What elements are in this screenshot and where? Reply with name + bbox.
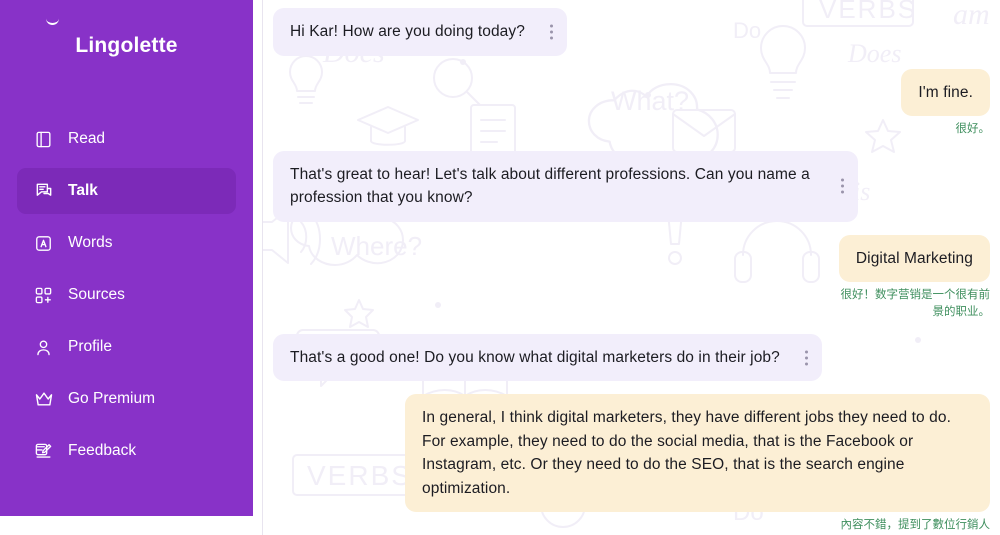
sidebar-item-talk[interactable]: Talk [17, 168, 236, 214]
message-translation: 內容不錯，提到了數位行銷人員的主要工作內容。 [840, 519, 991, 532]
crown-icon [33, 389, 54, 410]
message-row: That's a good one! Do you know what digi… [273, 333, 990, 382]
bot-message-bubble[interactable]: Hi Kar! How are you doing today? [273, 8, 567, 56]
sidebar-item-label: Feedback [68, 442, 137, 459]
message-text: I'm fine. [918, 83, 973, 101]
sidebar: Lingolette Read Talk Words Sources Profi… [0, 0, 253, 516]
message-row: I'm fine. 很好。 [273, 68, 991, 138]
sidebar-item-go-premium[interactable]: Go Premium [17, 376, 236, 422]
sidebar-item-label: Go Premium [68, 390, 155, 407]
sidebar-item-words[interactable]: Words [17, 220, 236, 266]
message-list: Hi Kar! How are you doing today? I'm fin… [263, 0, 1000, 535]
message-text: That's a good one! Do you know what digi… [290, 348, 780, 366]
message-text: That's great to hear! Let's talk about d… [290, 165, 810, 207]
smile-accent-icon [46, 17, 59, 25]
chat-panel: VERBS am Does Do Does [263, 0, 1000, 535]
message-row: That's great to hear! Let's talk about d… [273, 150, 990, 222]
message-row: Digital Marketing 很好！数字营销是一个很有前景的职业。 [273, 234, 991, 321]
message-row: In general, I think digital marketers, t… [273, 394, 990, 535]
sidebar-nav: Read Talk Words Sources Profile Go Premi… [0, 116, 253, 474]
bot-message-bubble[interactable]: That's a good one! Do you know what digi… [273, 333, 822, 382]
message-text: Digital Marketing [855, 249, 973, 267]
message-menu-icon[interactable] [549, 24, 553, 40]
sidebar-item-label: Sources [68, 286, 125, 303]
sidebar-item-label: Words [68, 234, 113, 251]
book-icon [33, 129, 54, 150]
letter-a-icon [33, 233, 54, 254]
user-message-bubble[interactable]: I'm fine. [901, 68, 990, 117]
sidebar-item-feedback[interactable]: Feedback [17, 428, 236, 474]
sidebar-item-label: Profile [68, 338, 112, 355]
edit-note-icon [33, 441, 54, 462]
grid-plus-icon [33, 285, 54, 306]
message-text: Hi Kar! How are you doing today? [290, 23, 525, 40]
user-message-bubble[interactable]: In general, I think digital marketers, t… [405, 394, 990, 513]
sidebar-item-label: Read [68, 130, 106, 147]
sidebar-item-profile[interactable]: Profile [17, 324, 236, 370]
message-text: In general, I think digital marketers, t… [422, 409, 951, 497]
brand-logo[interactable]: Lingolette [0, 0, 253, 92]
sidebar-divider [262, 0, 263, 535]
message-translation: 很好！数字营销是一个很有前景的职业。 [840, 289, 991, 319]
bot-message-bubble[interactable]: That's great to hear! Let's talk about d… [273, 150, 858, 222]
message-menu-icon[interactable] [841, 178, 844, 194]
message-translation: 很好。 [955, 123, 991, 136]
chat-icon [33, 181, 54, 202]
user-icon [33, 337, 54, 358]
sidebar-item-read[interactable]: Read [17, 116, 236, 162]
app-root: Lingolette Read Talk Words Sources Profi… [0, 0, 1000, 535]
sidebar-item-label: Talk [68, 182, 98, 199]
message-menu-icon[interactable] [804, 350, 808, 366]
sidebar-item-sources[interactable]: Sources [17, 272, 236, 318]
user-message-bubble[interactable]: Digital Marketing [838, 234, 990, 283]
brand-name: Lingolette [75, 34, 178, 57]
message-row: Hi Kar! How are you doing today? [273, 8, 990, 56]
